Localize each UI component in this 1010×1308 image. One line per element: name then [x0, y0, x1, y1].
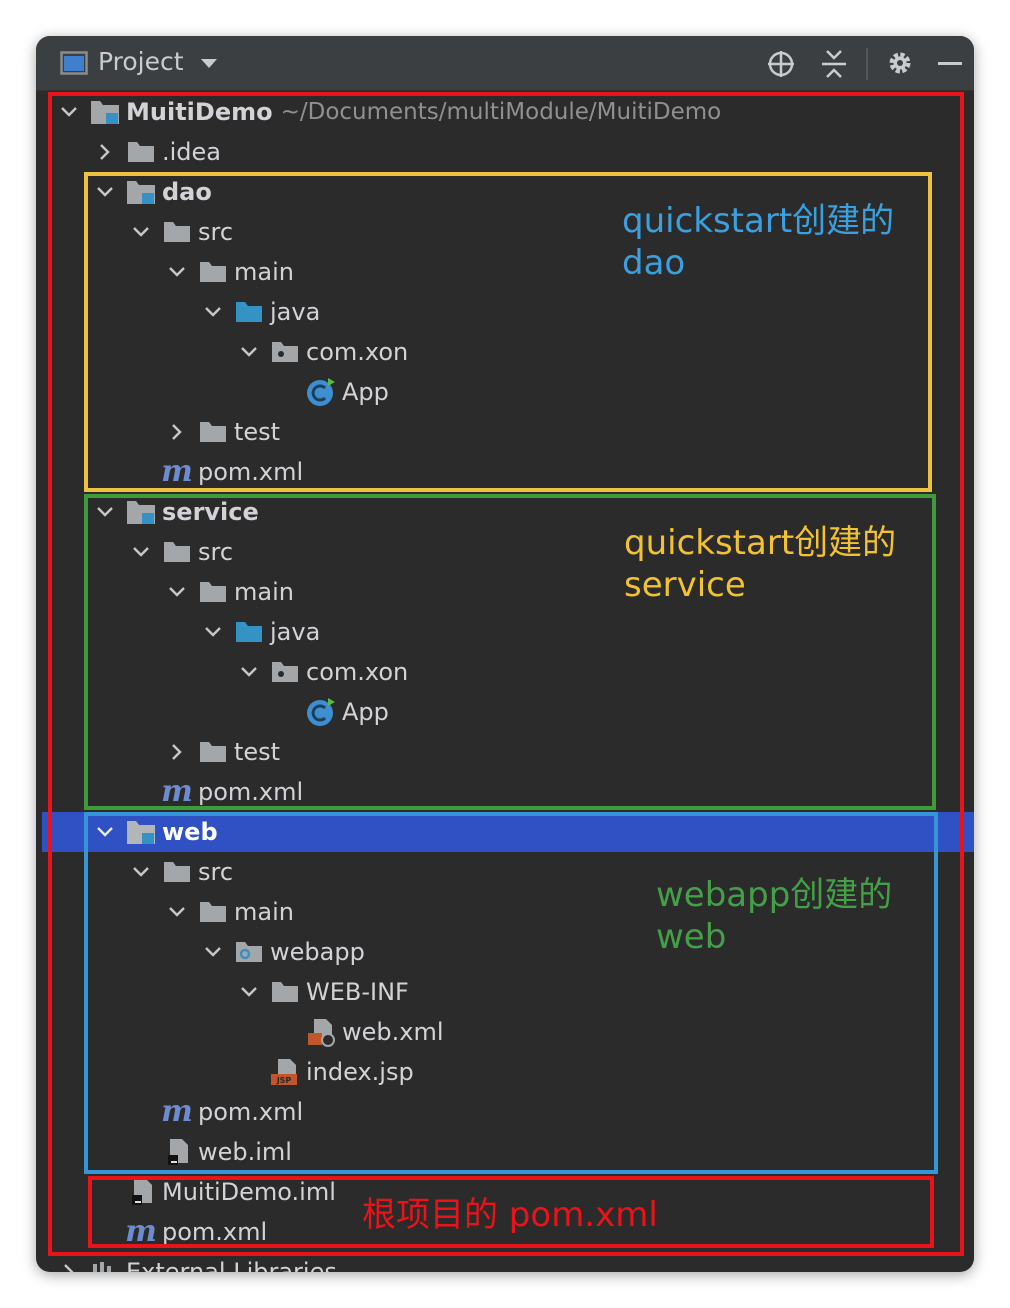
project-tool-window: Project MuitiDemo ~/Documents/multiModul…	[36, 36, 974, 1272]
project-toolbar: Project	[36, 36, 974, 91]
service-annotation: quickstart创建的 service	[624, 523, 897, 605]
project-view-title[interactable]: Project	[98, 47, 184, 76]
web-annotation: webapp创建的 web	[656, 875, 893, 957]
library-icon	[90, 1257, 120, 1272]
web-outline-box	[84, 812, 938, 1174]
external-libraries-label: External Libraries	[126, 1258, 337, 1272]
minimize-icon[interactable]	[938, 62, 962, 65]
root-pom-annotation: 根项目的 pom.xml	[362, 1195, 658, 1235]
chevron-right-icon[interactable]	[58, 1261, 80, 1272]
gear-icon[interactable]	[886, 49, 914, 77]
collapse-icon[interactable]	[821, 49, 847, 79]
toolbar-divider	[866, 48, 868, 80]
dropdown-icon[interactable]	[200, 58, 218, 70]
dao-annotation: quickstart创建的 dao	[622, 201, 895, 283]
window-icon	[60, 51, 88, 75]
locate-icon[interactable]	[766, 49, 796, 79]
